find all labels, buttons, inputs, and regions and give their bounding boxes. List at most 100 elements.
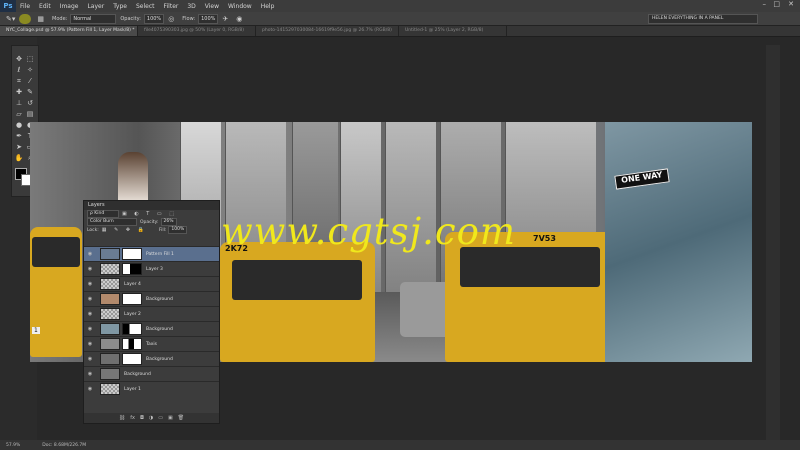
visibility-eye-icon[interactable]: ◉ [86, 251, 94, 257]
doc-tab-nyc-collage[interactable]: NYC_Collage.psd @ 57.9% (Pattern Fill 1,… [0, 26, 138, 36]
menu-window[interactable]: Window [228, 3, 252, 10]
layer-row[interactable]: ◉ Layer 4 [84, 276, 219, 291]
trash-icon[interactable]: 🗑 [178, 415, 184, 421]
layer-row[interactable]: ◉ Pattern Fill 1 [84, 246, 219, 261]
adjustment-icon[interactable]: ◑ [149, 415, 153, 421]
photoshop-logo: Ps [0, 0, 16, 12]
layer-name[interactable]: Layer 3 [146, 267, 163, 272]
menu-select[interactable]: Select [136, 3, 155, 10]
layer-mask-thumbnail[interactable] [122, 353, 142, 365]
clone-stamp-tool-icon[interactable]: ⊥ [14, 98, 24, 108]
brush-panel-icon[interactable]: ▦ [37, 15, 44, 23]
layer-row[interactable]: ◉ Background [84, 351, 219, 366]
lock-row: Lock: ▦ ✎ ✥ 🔒 Fill: 100% [84, 226, 219, 234]
visibility-eye-icon[interactable]: ◉ [86, 311, 94, 317]
marquee-tool-icon[interactable]: ⬚ [25, 54, 35, 64]
layer-name[interactable]: Taxis [146, 342, 157, 347]
fill-label: Fill: [158, 227, 167, 233]
lock-label: Lock: [87, 227, 99, 233]
layer-row[interactable]: ◉ Layer 2 [84, 306, 219, 321]
mode-select[interactable]: Normal [70, 13, 117, 24]
doc-tab-file[interactable]: file4075390303.jpg @ 50% (Layer 0, RGB/8… [138, 26, 256, 36]
doc-tab-untitled[interactable]: Untitled-1 @ 25% (Layer 2, RGB/8) [399, 26, 507, 36]
workspace-switcher[interactable]: HELEN EVERYTHING IN A PANEL [648, 14, 758, 24]
layer-name[interactable]: Background [146, 327, 173, 332]
layer-opacity-input[interactable]: 26% [160, 218, 177, 226]
menu-file[interactable]: File [20, 3, 30, 10]
layer-mask-thumbnail[interactable] [122, 248, 142, 260]
menu-layer[interactable]: Layer [87, 3, 104, 10]
hand-tool-icon[interactable]: ✋ [14, 153, 24, 163]
pressure-size-icon[interactable]: ◉ [236, 15, 242, 23]
new-layer-icon[interactable]: ▣ [168, 415, 173, 421]
airbrush-icon[interactable]: ✈ [222, 15, 228, 23]
eraser-tool-icon[interactable]: ▱ [14, 109, 24, 119]
mask-icon[interactable]: ◘ [140, 415, 144, 421]
person [118, 152, 148, 202]
move-tool-icon[interactable]: ✥ [14, 54, 24, 64]
doc-tab-photo[interactable]: photo-1415297030084-16619f9e56.jpg @ 26.… [256, 26, 399, 36]
layer-row[interactable]: ◉ Background [84, 321, 219, 336]
pen-tool-icon[interactable]: ✒ [14, 131, 24, 141]
link-icon[interactable]: ⛓ [119, 415, 125, 421]
menu-type[interactable]: Type [113, 3, 127, 10]
layer-row[interactable]: ◉ Taxis [84, 336, 219, 351]
zoom-level[interactable]: 57.9% [6, 443, 20, 448]
gradient-tool-icon[interactable]: ▤ [25, 109, 35, 119]
layer-row[interactable]: ◉ Layer 1 [84, 381, 219, 396]
menu-edit[interactable]: Edit [39, 3, 51, 10]
layer-mask-thumbnail[interactable] [122, 293, 142, 305]
brush-size-icon[interactable] [19, 13, 32, 24]
visibility-eye-icon[interactable]: ◉ [86, 356, 94, 362]
close-icon[interactable]: ✕ [788, 0, 794, 8]
layer-name[interactable]: Background [124, 372, 151, 377]
layer-name[interactable]: Background [146, 357, 173, 362]
layer-row[interactable]: ◉ Background [84, 366, 219, 381]
menu-help[interactable]: Help [261, 3, 275, 10]
visibility-eye-icon[interactable]: ◉ [86, 341, 94, 347]
layer-name[interactable]: Layer 1 [124, 387, 141, 392]
layer-name[interactable]: Layer 4 [124, 282, 141, 287]
visibility-eye-icon[interactable]: ◉ [86, 266, 94, 272]
blend-mode-select[interactable]: Color Burn [87, 218, 137, 226]
layer-name[interactable]: Background [146, 297, 173, 302]
visibility-eye-icon[interactable]: ◉ [86, 386, 94, 392]
lasso-tool-icon[interactable]: ℓ [14, 65, 24, 75]
layer-mask-thumbnail[interactable] [122, 263, 142, 275]
layer-row[interactable]: ◉ Layer 3 [84, 261, 219, 276]
flow-input[interactable]: 100% [198, 13, 219, 24]
layer-row[interactable]: ◉ Background [84, 291, 219, 306]
fx-icon[interactable]: fx [130, 415, 135, 421]
minimize-icon[interactable]: – [763, 0, 767, 8]
lock-icons[interactable]: ▦ ✎ ✥ 🔒 [102, 227, 147, 233]
layer-name[interactable]: Layer 2 [124, 312, 141, 317]
brush-preset-icon[interactable]: ✎▾ [6, 15, 15, 23]
brush-tool-icon[interactable]: ✎ [25, 87, 35, 97]
filter-icons[interactable]: ▣ ◐ T ▭ ⬚ [122, 211, 177, 217]
layer-mask-thumbnail[interactable] [122, 338, 142, 350]
opacity-input[interactable]: 100% [143, 13, 165, 24]
pressure-opacity-icon[interactable]: ◎ [168, 15, 174, 23]
eyedropper-tool-icon[interactable]: ⁄ [25, 76, 35, 86]
folder-icon[interactable]: ▭ [158, 415, 163, 421]
visibility-eye-icon[interactable]: ◉ [86, 326, 94, 332]
layer-mask-thumbnail[interactable] [122, 323, 142, 335]
menu-image[interactable]: Image [60, 3, 79, 10]
visibility-eye-icon[interactable]: ◉ [86, 296, 94, 302]
crop-tool-icon[interactable]: ⌗ [14, 76, 24, 86]
menu-view[interactable]: View [205, 3, 219, 10]
visibility-eye-icon[interactable]: ◉ [86, 281, 94, 287]
blur-tool-icon[interactable]: ● [14, 120, 24, 130]
healing-tool-icon[interactable]: ✚ [14, 87, 24, 97]
fill-input[interactable]: 100% [168, 226, 188, 234]
kind-filter-select[interactable]: ρ Kind [87, 210, 119, 218]
maximize-icon[interactable]: □ [773, 0, 780, 8]
quick-select-tool-icon[interactable]: ✧ [25, 65, 35, 75]
layers-panel-title[interactable]: Layers [84, 201, 219, 210]
path-select-tool-icon[interactable]: ➤ [14, 142, 24, 152]
history-brush-tool-icon[interactable]: ↺ [25, 98, 35, 108]
visibility-eye-icon[interactable]: ◉ [86, 371, 94, 377]
layer-name[interactable]: Pattern Fill 1 [146, 252, 174, 257]
menu-filter[interactable]: Filter [164, 3, 179, 10]
menu-3d[interactable]: 3D [187, 3, 195, 10]
